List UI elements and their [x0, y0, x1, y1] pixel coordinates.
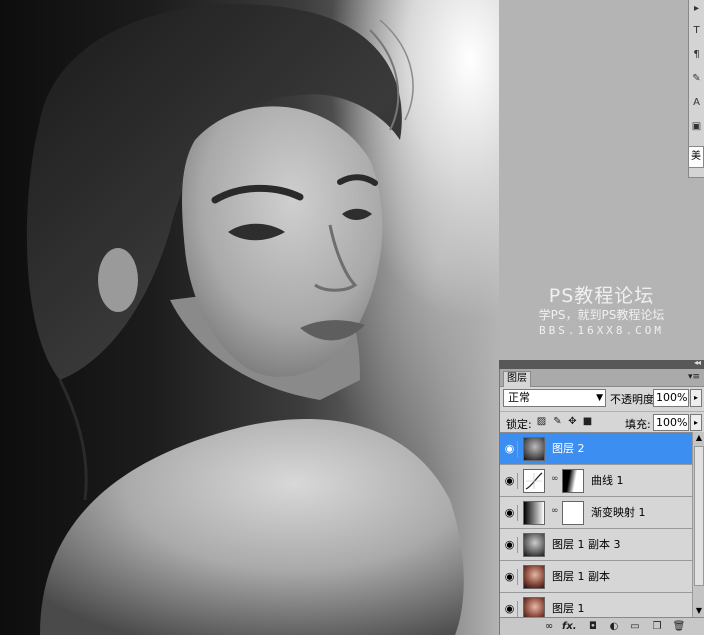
layer-row[interactable]: ◉ ∞ 渐变映射 1 — [500, 497, 692, 529]
paragraph-icon[interactable]: ¶ — [690, 48, 703, 62]
layer-thumbnail — [523, 565, 545, 589]
panel-menu-icon[interactable]: ▾≡ — [688, 372, 700, 382]
lock-row: 锁定: ▨ ✎ ✥ ■ 填充: 100% ▸ — [500, 411, 704, 431]
panel-footer: ∞ fx. ◘ ◐ ▭ ❐ 🗑 — [500, 617, 704, 635]
visibility-eye-icon[interactable]: ◉ — [502, 569, 518, 585]
layer-list: ◉ 图层 2 ◉ ∞ 曲线 1 ◉ ∞ 渐变映射 1 ◉ 图层 1 副本 3 ◉… — [500, 432, 692, 617]
gradient-map-icon — [523, 501, 545, 525]
fill-label: 填充: — [625, 418, 651, 431]
layer-row[interactable]: ◉ 图层 1 副本 3 — [500, 529, 692, 561]
layer-name: 渐变映射 1 — [591, 506, 646, 519]
collapse-panel-icon[interactable]: ◂◂ — [694, 358, 701, 367]
blend-mode-value: 正常 — [508, 391, 530, 404]
curves-adjustment-icon — [523, 469, 545, 493]
layer-name: 图层 1 — [552, 602, 585, 615]
lock-position-icon[interactable]: ✥ — [567, 416, 578, 427]
character-panel-strip: ▸ T ¶ ✎ A ▣ 美 — [688, 0, 704, 178]
blend-row: 正常 ▼ 不透明度: 100% ▸ — [500, 389, 704, 409]
link-layers-icon[interactable]: ∞ — [542, 620, 556, 634]
blend-mode-select[interactable]: 正常 ▼ — [503, 389, 606, 407]
fill-slider-button[interactable]: ▸ — [690, 414, 702, 431]
visibility-eye-icon[interactable]: ◉ — [502, 505, 518, 521]
layers-scrollbar[interactable]: ▲ ▼ — [692, 432, 704, 617]
layer-mask-thumbnail[interactable] — [562, 501, 584, 525]
visibility-eye-icon[interactable]: ◉ — [502, 537, 518, 553]
panel-dock-bar[interactable]: ◂◂ — [499, 358, 704, 369]
layer-thumbnail — [523, 437, 545, 461]
layer-thumbnail — [523, 597, 545, 617]
scroll-down-icon[interactable]: ▼ — [694, 605, 704, 617]
opacity-input[interactable]: 100% — [653, 389, 689, 407]
lock-all-icon[interactable]: ■ — [582, 416, 593, 427]
new-layer-icon[interactable]: ❐ — [650, 620, 664, 634]
watermark-url: BBS.16XX8.COM — [538, 324, 665, 337]
fill-input[interactable]: 100% — [653, 414, 689, 431]
visibility-eye-icon[interactable]: ◉ — [502, 601, 518, 617]
lock-transparency-icon[interactable]: ▨ — [536, 416, 547, 427]
layer-mask-thumbnail[interactable] — [562, 469, 584, 493]
brush-tool-icon[interactable]: ✎ — [690, 72, 703, 86]
scroll-thumb[interactable] — [694, 446, 704, 586]
arrow-tool-icon[interactable]: ▸ — [690, 2, 703, 16]
watermark-title: PS教程论坛 — [548, 285, 655, 307]
group-folder-icon[interactable]: ▭ — [628, 620, 642, 634]
tab-layers[interactable]: 图层 — [503, 371, 531, 387]
layer-name: 图层 1 副本 3 — [552, 538, 621, 551]
layer-row[interactable]: ◉ 图层 1 副本 — [500, 561, 692, 593]
chain-link-icon[interactable]: ∞ — [551, 474, 559, 484]
panel-tab-bar: 图层 ▾≡ — [500, 369, 704, 387]
layers-panel: 图层 ▾≡ 正常 ▼ 不透明度: 100% ▸ 锁定: ▨ ✎ ✥ ■ 填充: … — [499, 369, 704, 635]
scroll-up-icon[interactable]: ▲ — [694, 432, 704, 444]
opacity-label: 不透明度: — [610, 393, 658, 406]
visibility-eye-icon[interactable]: ◉ — [502, 441, 518, 457]
layer-thumbnail — [523, 533, 545, 557]
lock-label: 锁定: — [506, 418, 532, 431]
layer-row[interactable]: ◉ 图层 1 — [500, 593, 692, 617]
swatch-icon[interactable]: ▣ — [690, 120, 703, 134]
adjustment-layer-icon[interactable]: ◐ — [607, 620, 621, 634]
watermark: PS教程论坛 学PS，就到PS教程论坛 BBS.16XX8.COM — [499, 284, 704, 338]
fx-icon[interactable]: fx. — [562, 620, 577, 634]
layer-name: 曲线 1 — [591, 474, 624, 487]
text-tool-icon[interactable]: T — [690, 24, 703, 38]
layer-row[interactable]: ◉ ∞ 曲线 1 — [500, 465, 692, 497]
trash-icon[interactable]: 🗑 — [672, 620, 686, 634]
add-mask-icon[interactable]: ◘ — [586, 620, 600, 634]
watermark-subtitle: 学PS，就到PS教程论坛 — [538, 308, 665, 322]
layer-row[interactable]: ◉ 图层 2 — [500, 433, 692, 465]
visibility-eye-icon[interactable]: ◉ — [502, 473, 518, 489]
chevron-down-icon: ▼ — [596, 393, 603, 403]
character-icon[interactable]: A — [690, 96, 703, 110]
opacity-slider-button[interactable]: ▸ — [690, 389, 702, 407]
layer-name: 图层 2 — [552, 442, 585, 455]
lock-pixels-icon[interactable]: ✎ — [552, 416, 563, 427]
chain-link-icon[interactable]: ∞ — [551, 506, 559, 516]
document-canvas[interactable] — [0, 0, 499, 635]
layer-name: 图层 1 副本 — [552, 570, 610, 583]
language-field[interactable]: 美 — [688, 146, 704, 168]
portrait-photo — [26, 4, 464, 635]
